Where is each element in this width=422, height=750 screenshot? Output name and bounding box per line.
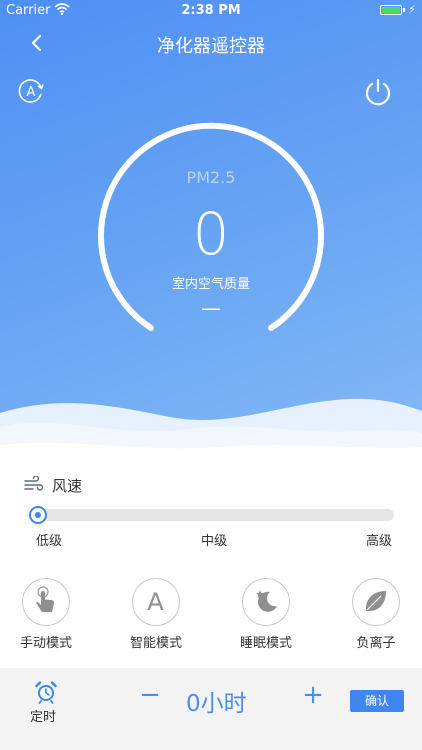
wind-level-low: 低级 — [36, 534, 63, 549]
wind-speed-slider[interactable] — [29, 506, 394, 524]
alarm-clock-icon[interactable] — [34, 680, 58, 704]
negative-ion-circle — [352, 578, 400, 626]
sleep-mode-button[interactable]: 睡眠模式 — [226, 578, 306, 651]
decrease-timer-button[interactable]: − — [138, 680, 162, 710]
manual-mode-button[interactable]: 手动模式 — [6, 578, 86, 651]
letter-a-icon: A — [147, 588, 164, 616]
wind-icon — [24, 476, 44, 491]
svg-text:A: A — [27, 85, 36, 100]
wind-level-medium: 中级 — [201, 534, 228, 549]
moon-star-icon — [256, 590, 277, 612]
wave-decoration — [0, 398, 422, 470]
sleep-mode-label: 睡眠模式 — [239, 636, 292, 651]
slider-thumb[interactable] — [29, 506, 47, 524]
page-title: 净化器遥控器 — [157, 36, 265, 57]
air-quality-value: 0 — [192, 200, 230, 268]
timer-label: 定时 — [30, 710, 57, 725]
power-icon[interactable] — [362, 76, 394, 108]
wind-level-high: 高级 — [366, 534, 393, 549]
smart-mode-circle: A — [132, 578, 180, 626]
status-time: 2:38 PM — [181, 3, 241, 18]
svg-text:A: A — [147, 588, 164, 616]
manual-mode-circle — [22, 578, 70, 626]
timer-value: 0小时 — [186, 691, 247, 717]
battery-cap — [403, 8, 405, 12]
slider-track — [36, 509, 394, 521]
wind-speed-label: 风速 — [52, 477, 83, 495]
negative-ion-label: 负离子 — [356, 636, 396, 651]
battery-icon — [380, 5, 402, 15]
manual-mode-label: 手动模式 — [19, 636, 72, 651]
smart-mode-label: 智能模式 — [129, 636, 182, 651]
confirm-button[interactable]: 确认 — [350, 690, 404, 712]
leaf-icon — [365, 591, 386, 612]
air-quality-level: — — [201, 296, 221, 320]
pm25-label: PM2.5 — [186, 168, 236, 187]
auto-mode-icon[interactable]: A — [16, 76, 46, 106]
hero-panel: Carrier 2:38 PM ⚡ 净化器遥控器 A PM2.5 0 室内空气质… — [0, 0, 422, 470]
sleep-mode-circle — [242, 578, 290, 626]
increase-timer-button[interactable]: + — [300, 680, 326, 710]
timer-bar: 定时 − 0小时 + 确认 — [0, 668, 422, 750]
status-bar: Carrier 2:38 PM ⚡ — [0, 0, 422, 22]
air-quality-caption: 室内空气质量 — [171, 277, 250, 292]
hand-tap-icon — [36, 586, 54, 612]
negative-ion-button[interactable]: 负离子 — [336, 578, 416, 651]
nav-bar: 净化器遥控器 — [0, 26, 422, 62]
smart-mode-button[interactable]: A 智能模式 — [116, 578, 196, 651]
charging-icon: ⚡ — [408, 3, 416, 16]
